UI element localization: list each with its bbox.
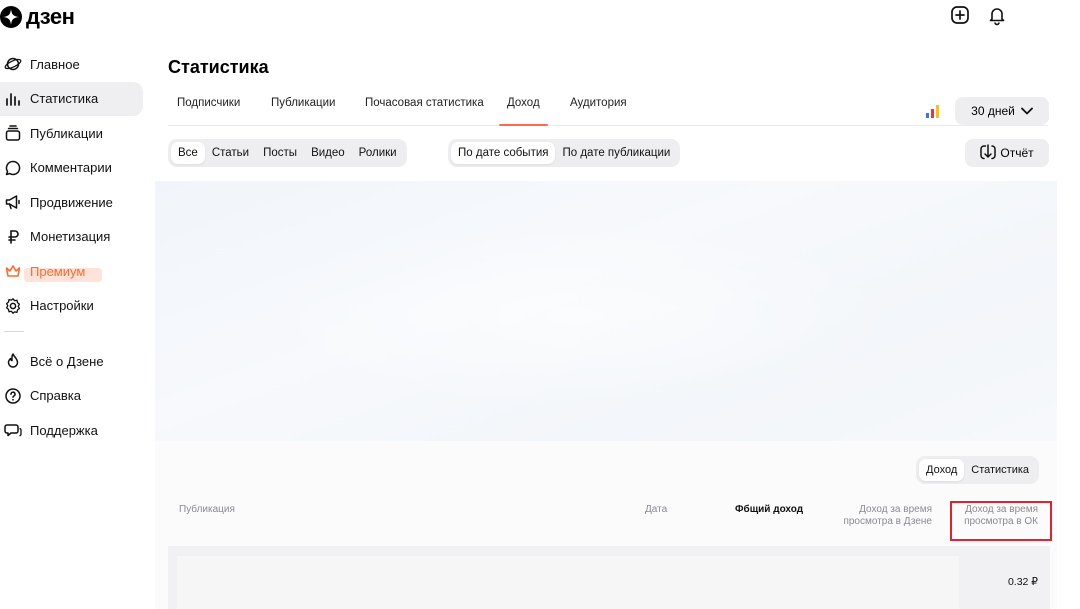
toggle-statistics[interactable]: Статистика	[964, 459, 1036, 481]
sidebar-item-publications[interactable]: Публикации	[0, 116, 143, 151]
report-label: Отчёт	[1000, 146, 1034, 160]
support-chat-icon	[4, 421, 22, 439]
sidebar-item-label: Поддержка	[30, 422, 98, 438]
sidebar-item-promotion[interactable]: Продвижение	[0, 185, 143, 220]
ruble-icon	[4, 228, 22, 246]
report-button[interactable]: Отчёт	[965, 139, 1049, 167]
date-filter: По дате события По дате публикации	[448, 139, 681, 167]
sidebar-item-label: Премиум	[30, 263, 86, 279]
metrica-bar-blue	[926, 113, 929, 118]
period-label: 30 дней	[971, 104, 1015, 118]
sidebar-divider	[4, 331, 24, 332]
report-download-icon	[980, 143, 997, 164]
gear-icon	[4, 297, 22, 315]
column-income-dzen[interactable]: Доход за время просмотра в Дзене	[820, 504, 932, 528]
dzen-star-icon	[0, 6, 22, 28]
bar-chart-icon	[4, 90, 22, 108]
page-title: Статистика	[168, 57, 269, 77]
row-ok-income-value: 0.32 ₽	[1007, 576, 1038, 588]
chevron-down-icon	[1020, 104, 1033, 118]
filter-articles[interactable]: Статьи	[205, 142, 256, 164]
tab-income[interactable]: Доход	[499, 97, 548, 126]
column-total-income[interactable]: Фбщий доход	[735, 504, 803, 516]
sidebar-item-label: Справка	[30, 388, 81, 404]
add-icon[interactable]	[949, 4, 971, 26]
stats-tabs: Подписчики Публикации Почасовая статисти…	[168, 92, 1048, 126]
megaphone-icon	[4, 193, 22, 211]
sidebar-item-about[interactable]: Всё о Дзене	[0, 344, 143, 379]
bell-icon[interactable]	[986, 4, 1008, 26]
toggle-income[interactable]: Доход	[919, 459, 965, 481]
comment-icon	[4, 159, 22, 177]
metrica-chart-icon[interactable]	[926, 104, 940, 118]
sidebar-item-main[interactable]: Главное	[0, 47, 143, 82]
sidebar-item-label: Продвижение	[30, 194, 113, 210]
sidebar-item-label: Монетизация	[30, 229, 111, 245]
filter-video[interactable]: Видео	[304, 142, 352, 164]
sidebar-item-help[interactable]: Справка	[0, 379, 143, 414]
table-row-publication-blurred	[177, 556, 959, 609]
crown-icon	[4, 262, 22, 280]
column-label-line: Доход за время	[859, 504, 932, 515]
column-publication[interactable]: Публикация	[179, 504, 235, 516]
sidebar-item-settings[interactable]: Настройки	[0, 289, 143, 324]
content-type-filter: Все Статьи Посты Видео Ролики	[168, 139, 407, 167]
sidebar: Главное Статистика Публикации Комментари…	[0, 47, 143, 448]
filter-all[interactable]: Все	[171, 142, 205, 164]
filter-posts[interactable]: Посты	[256, 142, 304, 164]
sidebar-item-label: Настройки	[30, 298, 94, 314]
filter-shorts[interactable]: Ролики	[352, 142, 404, 164]
sidebar-item-label: Комментарии	[30, 160, 112, 176]
column-date[interactable]: Дата	[645, 504, 667, 516]
flame-icon	[4, 352, 22, 370]
filter-by-publish-date[interactable]: По дате публикации	[555, 142, 677, 164]
stack-icon	[4, 124, 22, 142]
period-select[interactable]: 30 дней	[955, 97, 1049, 125]
income-view-toggle: Доход Статистика	[916, 456, 1040, 484]
income-chart-area	[155, 181, 1057, 441]
metrica-bar-yellow	[936, 105, 939, 118]
dzen-logo[interactable]: дзен	[0, 3, 75, 31]
column-label-line: просмотра в Дзене	[843, 516, 932, 527]
sidebar-item-premium[interactable]: Премиум	[0, 254, 143, 289]
sidebar-item-statistics[interactable]: Статистика	[0, 81, 143, 116]
ok-column-highlight	[950, 501, 1052, 541]
metrica-bar-red	[931, 109, 934, 118]
logo-text: дзен	[26, 4, 75, 29]
sidebar-item-comments[interactable]: Комментарии	[0, 151, 143, 186]
sidebar-item-support[interactable]: Поддержка	[0, 413, 143, 448]
planet-icon	[4, 55, 22, 73]
sidebar-item-label: Статистика	[30, 91, 99, 107]
sidebar-item-label: Публикации	[30, 125, 103, 141]
filter-by-event-date[interactable]: По дате события	[451, 142, 556, 164]
tab-audience[interactable]: Аудитория	[570, 97, 627, 125]
sidebar-item-label: Главное	[30, 56, 80, 72]
tab-hourly-stats[interactable]: Почасовая статистика	[365, 97, 484, 125]
sidebar-item-monetization[interactable]: Монетизация	[0, 220, 143, 255]
tab-subscribers[interactable]: Подписчики	[177, 97, 240, 125]
sidebar-item-label: Всё о Дзене	[30, 353, 104, 369]
tab-publications[interactable]: Публикации	[271, 97, 335, 125]
chart-blur	[245, 221, 905, 411]
help-icon	[4, 387, 22, 405]
